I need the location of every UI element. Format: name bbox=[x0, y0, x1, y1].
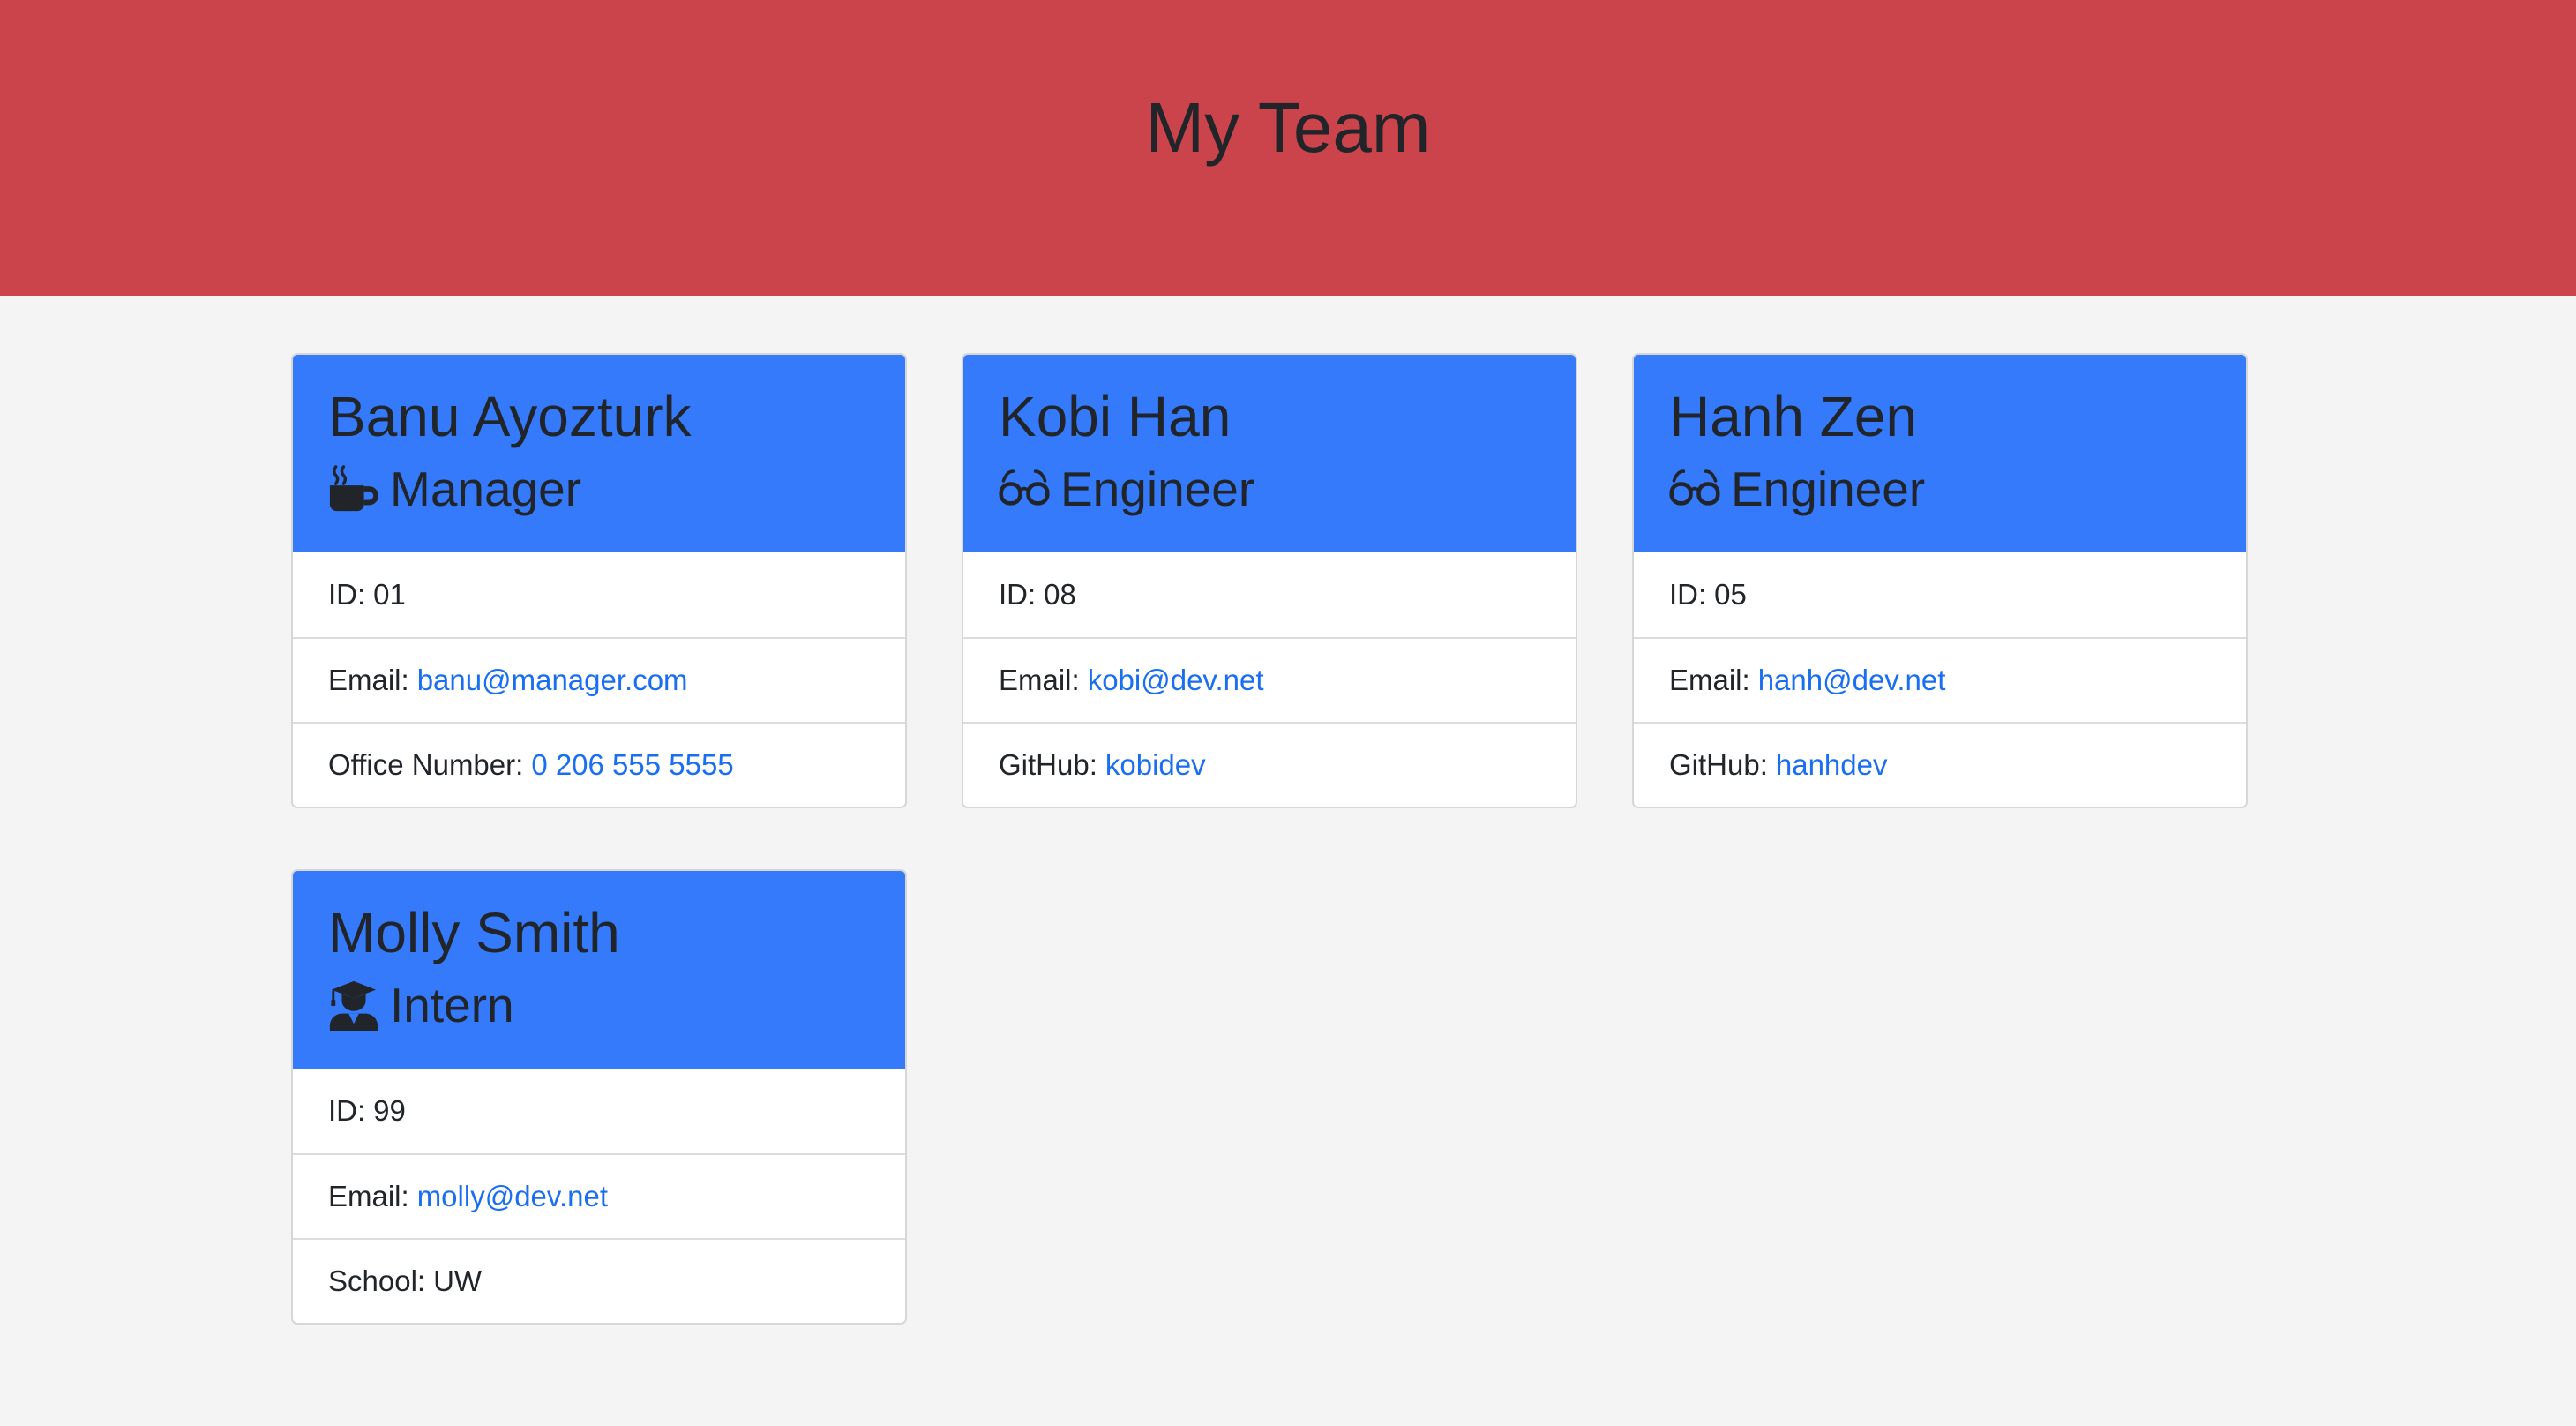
email-label: Email: bbox=[328, 1180, 409, 1212]
school-value: UW bbox=[433, 1265, 483, 1297]
id-label: ID: bbox=[1669, 578, 1707, 611]
email-label: Email: bbox=[1669, 664, 1750, 696]
card-header: Hanh Zen Engineer bbox=[1634, 355, 2246, 552]
role-label: Manager bbox=[390, 462, 582, 516]
office-number-label: Office Number: bbox=[328, 748, 524, 781]
employee-role: Engineer bbox=[1669, 457, 1925, 521]
github-link[interactable]: hanhdev bbox=[1776, 748, 1888, 782]
page-title: My Team bbox=[1145, 88, 1431, 167]
email-link[interactable]: hanh@dev.net bbox=[1758, 664, 1946, 697]
email-link[interactable]: banu@manager.com bbox=[417, 664, 688, 697]
role-label: Engineer bbox=[1060, 462, 1255, 516]
list-item-school: School: UW bbox=[293, 1238, 905, 1323]
id-value: 01 bbox=[373, 578, 406, 611]
list-item-id: ID: 01 bbox=[293, 552, 905, 637]
employee-name: Molly Smith bbox=[328, 901, 620, 964]
id-value: 99 bbox=[373, 1094, 406, 1127]
glasses-icon bbox=[1669, 463, 1720, 514]
id-value: 08 bbox=[1044, 578, 1076, 611]
list-item-github: GitHub: kobidev bbox=[963, 722, 1576, 807]
coffee-mug-icon bbox=[328, 463, 379, 514]
list-item-id: ID: 05 bbox=[1634, 552, 2246, 637]
list-item-email: Email: hanh@dev.net bbox=[1634, 637, 2246, 722]
email-link[interactable]: kobi@dev.net bbox=[1088, 664, 1264, 697]
role-label: Intern bbox=[390, 978, 514, 1032]
employee-name: Banu Ayozturk bbox=[328, 385, 692, 448]
employee-role: Manager bbox=[328, 457, 581, 521]
email-link[interactable]: molly@dev.net bbox=[417, 1180, 608, 1213]
glasses-icon bbox=[999, 463, 1050, 514]
employee-name: Kobi Han bbox=[999, 385, 1232, 448]
card-details: ID: 08 Email: kobi@dev.net GitHub: kobid… bbox=[963, 552, 1576, 807]
list-item-github: GitHub: hanhdev bbox=[1634, 722, 2246, 807]
github-link[interactable]: kobidev bbox=[1105, 748, 1206, 782]
role-label: Engineer bbox=[1731, 462, 1926, 516]
list-item-email: Email: kobi@dev.net bbox=[963, 637, 1576, 722]
github-label: GitHub: bbox=[1669, 748, 1768, 781]
school-label: School: bbox=[328, 1265, 426, 1297]
card-details: ID: 01 Email: banu@manager.com Office Nu… bbox=[293, 552, 905, 807]
header-banner: My Team bbox=[0, 0, 2576, 296]
id-label: ID: bbox=[328, 1094, 366, 1127]
employee-card-intern: Molly Smith Intern ID: 99 Email: molly@d… bbox=[291, 869, 907, 1325]
id-label: ID: bbox=[999, 578, 1037, 611]
list-item-email: Email: molly@dev.net bbox=[293, 1153, 905, 1238]
office-number-link[interactable]: 0 206 555 5555 bbox=[531, 748, 733, 782]
card-details: ID: 99 Email: molly@dev.net School: UW bbox=[293, 1069, 905, 1323]
list-item-id: ID: 99 bbox=[293, 1069, 905, 1153]
employee-role: Engineer bbox=[999, 457, 1254, 521]
employee-role: Intern bbox=[328, 973, 514, 1037]
list-item-office-number: Office Number: 0 206 555 5555 bbox=[293, 722, 905, 807]
card-header: Banu Ayozturk Manager bbox=[293, 355, 905, 552]
id-value: 05 bbox=[1714, 578, 1747, 611]
employee-card-engineer: Kobi Han Engineer ID: 08 Email: kobi@dev… bbox=[962, 353, 1577, 808]
email-label: Email: bbox=[999, 664, 1080, 696]
employee-name: Hanh Zen bbox=[1669, 385, 1918, 448]
github-label: GitHub: bbox=[999, 748, 1097, 781]
card-header: Kobi Han Engineer bbox=[963, 355, 1576, 552]
graduate-icon bbox=[328, 979, 379, 1031]
list-item-id: ID: 08 bbox=[963, 552, 1576, 637]
employee-card-engineer: Hanh Zen Engineer ID: 05 Email: hanh@dev… bbox=[1632, 353, 2248, 808]
list-item-email: Email: banu@manager.com bbox=[293, 637, 905, 722]
id-label: ID: bbox=[328, 578, 366, 611]
employee-card-manager: Banu Ayozturk Manager ID: 01 Email: banu… bbox=[291, 353, 907, 808]
email-label: Email: bbox=[328, 664, 409, 696]
card-header: Molly Smith Intern bbox=[293, 871, 905, 1069]
card-details: ID: 05 Email: hanh@dev.net GitHub: hanhd… bbox=[1634, 552, 2246, 807]
